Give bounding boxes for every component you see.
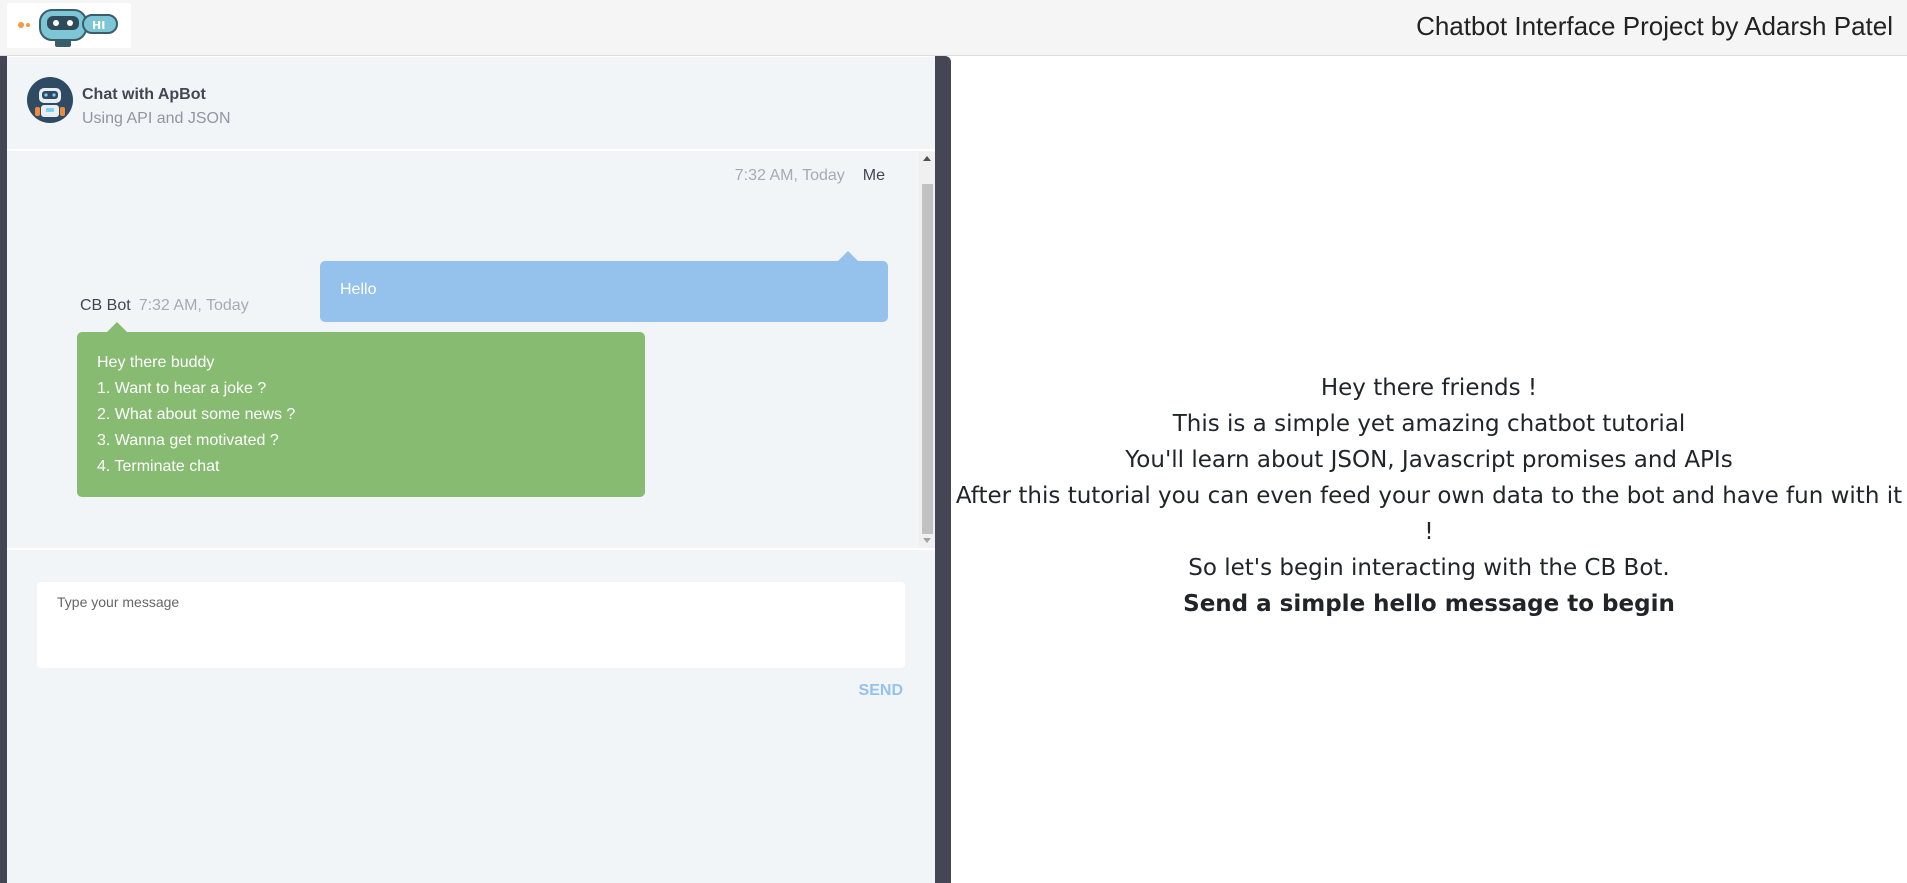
intro-line: ! <box>1424 519 1434 545</box>
intro-line: Hey there friends ! <box>1320 375 1538 401</box>
chat-window: Chat with ApBot Using API and JSON 7:32 … <box>7 57 935 883</box>
intro-text: Hey there friends ! This is a simple yet… <box>951 370 1907 622</box>
message-line: 1. Want to hear a joke ? <box>97 380 267 397</box>
message-input[interactable] <box>37 582 905 668</box>
message-meta-me: 7:32 AM, Today Me <box>735 167 885 185</box>
message-time: 7:32 AM, Today <box>734 167 845 184</box>
chat-title: Chat with ApBot <box>82 86 206 103</box>
chat-scrollbar[interactable] <box>919 152 935 548</box>
scrollbar-thumb[interactable] <box>922 184 933 534</box>
scroll-up-arrow-icon[interactable] <box>923 156 931 161</box>
intro-cta: Send a simple hello message to begin <box>1183 591 1675 617</box>
message-composer: SEND <box>7 552 935 883</box>
message-sender: CB Bot <box>80 297 131 314</box>
message-line: 4. Terminate chat <box>97 458 220 475</box>
send-button[interactable]: SEND <box>859 682 903 700</box>
scroll-down-arrow-icon[interactable] <box>923 538 931 543</box>
message-meta-bot: CB Bot 7:32 AM, Today <box>80 297 249 315</box>
bot-message-bubble: Hey there buddy 1. Want to hear a joke ?… <box>77 322 645 497</box>
message-sender: Me <box>862 167 885 184</box>
page-title: Chatbot Interface Project by Adarsh Pate… <box>1416 11 1893 41</box>
robot-avatar-icon <box>27 77 73 123</box>
intro-line: You'll learn about JSON, Javascript prom… <box>1125 447 1733 473</box>
message-line: Hey there buddy <box>97 354 215 371</box>
chat-header: Chat with ApBot Using API and JSON <box>7 57 935 151</box>
message-line: 3. Wanna get motivated ? <box>97 432 279 449</box>
robot-hi-logo-icon[interactable]: HI <box>7 3 131 48</box>
svg-text:HI: HI <box>92 19 105 32</box>
message-line: 2. What about some news ? <box>97 406 296 423</box>
panel-border-right <box>935 56 951 883</box>
intro-panel: Hey there friends ! This is a simple yet… <box>951 56 1907 883</box>
message-time: 7:32 AM, Today <box>138 297 249 314</box>
panel-border-left <box>0 56 7 883</box>
intro-line: So let's begin interacting with the CB B… <box>1188 555 1670 581</box>
intro-line: This is a simple yet amazing chatbot tut… <box>1172 411 1686 437</box>
top-navbar: HI Chatbot Interface Project by Adarsh P… <box>0 0 1907 56</box>
chat-subtitle: Using API and JSON <box>82 110 231 127</box>
message-line: Hello <box>340 281 377 298</box>
chat-history[interactable]: 7:32 AM, Today Me Hello CB Bot 7:32 AM, To… <box>7 152 935 550</box>
intro-line: After this tutorial you can even feed yo… <box>955 483 1903 509</box>
my-message-bubble: Hello <box>320 251 888 322</box>
